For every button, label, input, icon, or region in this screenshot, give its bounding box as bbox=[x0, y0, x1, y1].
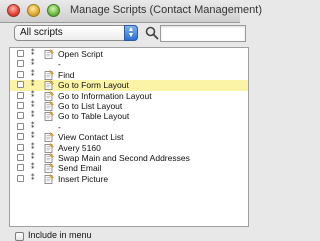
script-filter-value: All scripts bbox=[20, 27, 63, 38]
script-icon bbox=[44, 70, 54, 80]
drag-handle-icon[interactable]: ⁑ bbox=[31, 112, 35, 120]
script-icon bbox=[44, 111, 54, 122]
script-name: - bbox=[58, 121, 61, 132]
script-menu-checkbox[interactable] bbox=[17, 60, 24, 68]
drag-handle-icon[interactable]: ⁑ bbox=[31, 60, 35, 68]
script-row[interactable]: ⁑ - bbox=[10, 121, 248, 132]
drag-handle-icon[interactable]: ⁑ bbox=[31, 123, 35, 131]
script-row[interactable]: ⁑ Swap Main and Second Addresses bbox=[10, 153, 248, 163]
script-row[interactable]: ⁑ Avery 5160 bbox=[10, 142, 248, 153]
script-row[interactable]: ⁑ - bbox=[10, 59, 248, 70]
script-icon bbox=[44, 80, 54, 91]
script-name: Avery 5160 bbox=[58, 142, 101, 153]
drag-handle-icon[interactable]: ⁑ bbox=[31, 102, 35, 110]
scripts-list[interactable]: ⁑ Open Script ⁑ - ⁑ Find ⁑ Go to Form Layout ⁑ Go… bbox=[9, 47, 249, 227]
drag-handle-icon[interactable]: ⁑ bbox=[31, 144, 35, 152]
script-menu-checkbox[interactable] bbox=[17, 102, 24, 109]
script-menu-checkbox[interactable] bbox=[17, 143, 24, 151]
search-input[interactable] bbox=[160, 25, 246, 42]
window-title: Manage Scripts (Contact Management) bbox=[70, 4, 262, 16]
manage-scripts-window: Manage Scripts (Contact Management) All … bbox=[0, 0, 262, 241]
script-menu-checkbox[interactable] bbox=[17, 81, 24, 89]
select-arrows-icon: ▲ ▼ bbox=[124, 25, 138, 41]
zoom-window-button[interactable] bbox=[47, 4, 60, 17]
close-window-button[interactable] bbox=[7, 4, 20, 17]
script-icon bbox=[44, 174, 54, 184]
script-name: Go to Table Layout bbox=[58, 111, 130, 122]
include-in-menu-label: Include in menu bbox=[28, 230, 92, 240]
script-menu-checkbox[interactable] bbox=[17, 122, 24, 130]
script-row[interactable]: ⁑ Find bbox=[10, 69, 248, 80]
script-row[interactable]: ⁑ Go to Information Layout bbox=[10, 90, 248, 101]
drag-handle-icon[interactable]: ⁑ bbox=[31, 71, 35, 79]
drag-handle-icon[interactable]: ⁑ bbox=[31, 50, 35, 58]
script-icon bbox=[44, 153, 54, 163]
script-menu-checkbox[interactable] bbox=[17, 133, 24, 141]
script-menu-checkbox[interactable] bbox=[17, 174, 24, 182]
script-filter-select[interactable]: All scripts ▲ ▼ bbox=[14, 25, 138, 41]
script-name: Send Email bbox=[58, 163, 102, 174]
drag-handle-icon[interactable]: ⁑ bbox=[31, 164, 35, 172]
script-name: Find bbox=[58, 69, 75, 80]
script-name: Swap Main and Second Addresses bbox=[58, 153, 190, 163]
script-menu-checkbox[interactable] bbox=[17, 154, 24, 161]
script-icon bbox=[44, 90, 54, 101]
script-menu-checkbox[interactable] bbox=[17, 164, 24, 172]
drag-handle-icon[interactable]: ⁑ bbox=[31, 154, 35, 162]
script-icon bbox=[44, 101, 54, 111]
script-name: - bbox=[58, 59, 61, 70]
script-menu-checkbox[interactable] bbox=[17, 70, 24, 78]
script-icon bbox=[44, 163, 54, 174]
script-name: Go to List Layout bbox=[58, 101, 123, 111]
script-name: Insert Picture bbox=[58, 173, 109, 184]
script-row[interactable]: ⁑ Go to List Layout bbox=[10, 101, 248, 111]
script-icon bbox=[44, 142, 54, 153]
script-row[interactable]: ⁑ Open Script bbox=[10, 49, 248, 59]
script-row[interactable]: ⁑ Go to Form Layout bbox=[10, 80, 248, 92]
drag-handle-icon[interactable]: ⁑ bbox=[31, 133, 35, 141]
title-bar: Manage Scripts (Contact Management) bbox=[0, 0, 262, 23]
drag-handle-icon[interactable]: ⁑ bbox=[31, 81, 35, 89]
script-menu-checkbox[interactable] bbox=[17, 50, 24, 57]
script-row[interactable]: ⁑ Insert Picture bbox=[10, 173, 248, 184]
script-row[interactable]: ⁑ Go to Table Layout bbox=[10, 111, 248, 122]
minimize-window-button[interactable] bbox=[27, 4, 40, 17]
script-name: Go to Information Layout bbox=[58, 90, 152, 101]
script-name: View Contact List bbox=[58, 132, 124, 143]
script-menu-checkbox[interactable] bbox=[17, 91, 24, 99]
search-icon bbox=[145, 26, 159, 40]
drag-handle-icon[interactable]: ⁑ bbox=[31, 175, 35, 183]
script-menu-checkbox[interactable] bbox=[17, 112, 24, 120]
drag-handle-icon[interactable]: ⁑ bbox=[31, 92, 35, 100]
script-icon bbox=[44, 132, 54, 143]
script-icon bbox=[44, 49, 54, 59]
script-row[interactable]: ⁑ Send Email bbox=[10, 163, 248, 174]
script-name: Go to Form Layout bbox=[58, 80, 129, 91]
script-name: Open Script bbox=[58, 49, 103, 59]
script-row[interactable]: ⁑ View Contact List bbox=[10, 132, 248, 143]
